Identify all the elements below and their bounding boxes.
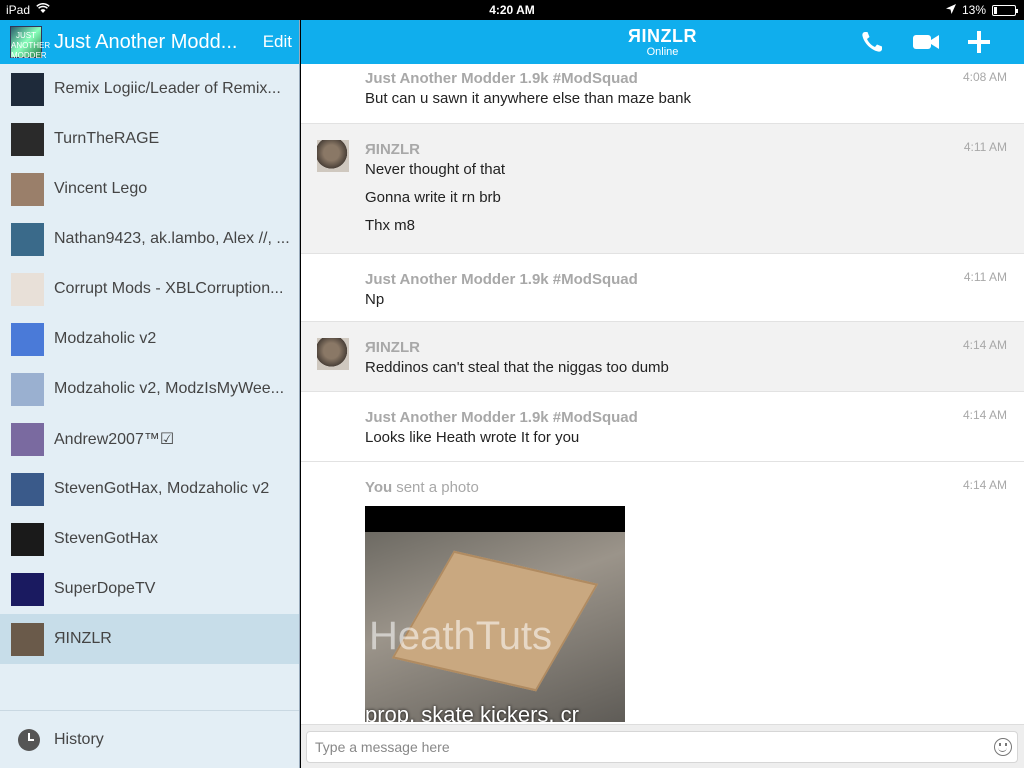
contact-name: Remix Logiic/Leader of Remix... <box>54 80 281 97</box>
photo-watermark: HeathTuts <box>369 614 553 658</box>
sidebar-contact-item[interactable]: Nathan9423, ak.lambo, Alex //, ... <box>0 214 299 264</box>
message-sender-suffix: sent a photo <box>396 479 479 496</box>
contact-avatar <box>11 472 44 506</box>
conversation-sidebar: GONZALEZRemix Logiic/Leader of Remix...T… <box>0 20 300 768</box>
message-sender: Just Another Modder 1.9k #ModSquad <box>365 409 638 426</box>
message-sender: ЯINZLR <box>365 339 420 356</box>
sidebar-contact-item[interactable]: Corrupt Mods - XBLCorruption... <box>0 264 299 314</box>
contact-name: Vincent Lego <box>54 180 148 197</box>
sidebar-header: JUST ANOTHER MODDER Just Another Modd...… <box>0 20 299 64</box>
message-item: Just Another Modder 1.9k #ModSquad 4:14 A… <box>301 392 1024 462</box>
message-sender: Just Another Modder 1.9k #ModSquad <box>365 70 638 87</box>
account-avatar[interactable]: JUST ANOTHER MODDER <box>10 26 50 60</box>
message-item: You sent a photo 4:14 AM HeathTuts prop, ska… <box>301 462 1024 722</box>
photo-caption: prop, skate kickers, cr <box>365 702 579 722</box>
contact-name: SuperDopeTV <box>54 580 156 597</box>
contact-avatar <box>11 322 44 356</box>
message-sender: Just Another Modder 1.9k #ModSquad <box>365 271 638 288</box>
contact-avatar <box>11 572 44 606</box>
history-button[interactable]: History <box>0 710 299 768</box>
contact-name: ЯINZLR <box>54 630 112 647</box>
sidebar-contact-item[interactable]: Remix Logiic/Leader of Remix... <box>0 64 299 114</box>
chat-header: ЯINZLR Online <box>301 20 1024 64</box>
message-avatar[interactable] <box>317 140 349 172</box>
sidebar-contact-item[interactable]: StevenGotHax, Modzaholic v2 <box>0 464 299 514</box>
message-sender: You <box>365 479 393 496</box>
shared-photo[interactable]: HeathTuts prop, skate kickers, cr <box>365 506 625 722</box>
composer-bar <box>301 724 1024 768</box>
sidebar-contact-item[interactable]: TurnTheRAGE <box>0 114 299 164</box>
sidebar-contact-item[interactable]: Modzaholic v2 <box>0 314 299 364</box>
account-title[interactable]: Just Another Modd... <box>54 31 244 54</box>
battery-percent: 13% <box>961 3 986 17</box>
message-sender: ЯINZLR <box>365 141 420 158</box>
message-text: Looks like Heath wrote It for you <box>365 429 580 446</box>
contact-avatar <box>11 622 44 656</box>
message-timestamp: 4:14 AM <box>962 478 1007 492</box>
sidebar-contact-item[interactable]: Andrew2007™☑ <box>0 414 299 464</box>
clock-text: 4:20 AM <box>489 3 535 17</box>
contact-avatar <box>11 72 44 106</box>
message-text: Gonna write it rn brb <box>365 189 501 206</box>
contact-name: StevenGotHax, Modzaholic v2 <box>54 480 270 497</box>
contact-avatar <box>11 372 44 406</box>
message-avatar[interactable] <box>317 338 349 370</box>
message-timestamp: 4:14 AM <box>962 338 1007 352</box>
sidebar-contact-item[interactable]: ЯINZLR <box>0 614 299 664</box>
message-text: Never thought of that <box>365 161 506 178</box>
message-timestamp: 4:11 AM <box>963 270 1007 284</box>
history-label: History <box>54 730 104 748</box>
battery-icon <box>992 4 1018 16</box>
contact-name: Modzaholic v2, ModzIsMyWee... <box>54 380 285 397</box>
smiley-icon[interactable] <box>994 738 1012 756</box>
message-timestamp: 4:11 AM <box>963 140 1007 154</box>
message-timestamp: 4:08 AM <box>962 70 1007 84</box>
contact-avatar <box>11 122 44 156</box>
contact-avatar <box>11 522 44 556</box>
contact-avatar <box>11 172 44 206</box>
message-text: Thx m8 <box>365 217 416 234</box>
message-text: Np <box>365 291 385 308</box>
contact-list: GONZALEZRemix Logiic/Leader of Remix...T… <box>0 20 299 664</box>
status-bar: iPad 4:20 AM 13% <box>0 0 1024 20</box>
message-list: Just Another Modder 1.9k #ModSquad 4:08 A… <box>301 64 1024 724</box>
chat-pane: ЯINZLR Online Just Another Modder 1.9k #… <box>301 20 1024 768</box>
sidebar-contact-item[interactable]: SuperDopeTV <box>0 564 299 614</box>
message-item: ЯINZLR 4:14 AM Reddinos can't steal that t… <box>301 322 1024 392</box>
contact-avatar <box>11 422 44 456</box>
message-item: Just Another Modder 1.9k #ModSquad 4:11 A… <box>301 254 1024 322</box>
message-text: But can u sawn it anywhere else than maz… <box>365 90 692 107</box>
location-arrow-icon <box>945 3 956 17</box>
message-input[interactable] <box>306 731 1018 763</box>
message-timestamp: 4:14 AM <box>962 408 1007 422</box>
message-item: Just Another Modder 1.9k #ModSquad 4:08 A… <box>301 64 1024 124</box>
edit-button[interactable]: Edit <box>263 32 292 52</box>
contact-name: StevenGotHax <box>54 530 159 547</box>
sidebar-contact-item[interactable]: Modzaholic v2, ModzIsMyWee... <box>0 364 299 414</box>
clock-icon <box>18 728 40 751</box>
video-camera-icon[interactable] <box>912 32 940 57</box>
contact-name: Modzaholic v2 <box>54 330 157 347</box>
contact-avatar <box>11 272 44 306</box>
plus-icon[interactable] <box>968 31 990 58</box>
contact-name: Andrew2007™☑ <box>54 431 175 448</box>
phone-icon[interactable] <box>860 30 884 59</box>
message-item: ЯINZLR 4:11 AM Never thought of that Gonna … <box>301 124 1024 254</box>
contact-name: Corrupt Mods - XBLCorruption... <box>54 280 284 297</box>
contact-name: TurnTheRAGE <box>54 130 160 147</box>
contact-avatar <box>11 222 44 256</box>
contact-name: Nathan9423, ak.lambo, Alex //, ... <box>54 230 290 247</box>
sidebar-contact-item[interactable]: StevenGotHax <box>0 514 299 564</box>
message-text: Reddinos can't steal that the niggas too… <box>365 359 669 376</box>
sidebar-contact-item[interactable]: Vincent Lego <box>0 164 299 214</box>
